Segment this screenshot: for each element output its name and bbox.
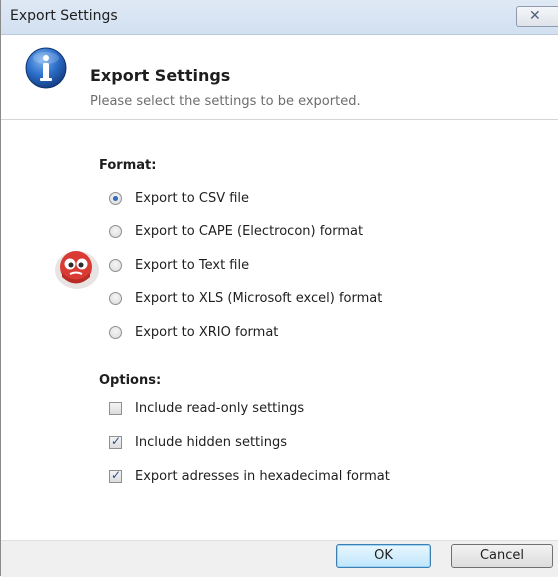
title-bar[interactable]: Export Settings ✕ xyxy=(1,0,558,35)
checkbox-include-readonly[interactable]: Include read-only settings xyxy=(109,398,304,418)
radio-export-xrio[interactable]: Export to XRIO format xyxy=(109,322,278,342)
checkbox-hexadecimal-addresses[interactable]: ✓ Export adresses in hexadecimal format xyxy=(109,466,390,486)
mascot-icon xyxy=(55,251,99,289)
format-section-label: Format: xyxy=(99,158,157,173)
export-settings-dialog: Export Settings ✕ Export Settings Please… xyxy=(0,0,558,577)
radio-button[interactable] xyxy=(109,291,122,305)
radio-label: Export to Text file xyxy=(135,257,250,273)
dialog-header: Export Settings Please select the settin… xyxy=(1,35,558,120)
radio-export-csv[interactable]: Export to CSV file xyxy=(109,188,249,208)
checkbox-label: Include read-only settings xyxy=(135,400,305,416)
checkbox-label: Export adresses in hexadecimal format xyxy=(135,468,390,484)
header-title: Export Settings xyxy=(90,66,231,85)
checkbox-include-hidden[interactable]: ✓ Include hidden settings xyxy=(109,432,287,452)
radio-label: Export to XLS (Microsoft excel) format xyxy=(135,290,383,306)
info-icon xyxy=(25,47,67,89)
radio-label: Export to XRIO format xyxy=(135,324,279,340)
radio-label: Export to CAPE (Electrocon) format xyxy=(135,223,364,239)
check-icon: ✓ xyxy=(111,433,122,448)
radio-button[interactable] xyxy=(109,325,122,339)
checkbox[interactable]: ✓ xyxy=(109,467,122,483)
radio-button[interactable] xyxy=(109,258,122,272)
checkbox[interactable] xyxy=(109,401,122,415)
radio-export-text[interactable]: Export to Text file xyxy=(109,255,249,275)
radio-export-cape[interactable]: Export to CAPE (Electrocon) format xyxy=(109,221,363,241)
window-title: Export Settings xyxy=(10,8,118,24)
close-icon: ✕ xyxy=(529,8,541,24)
radio-export-xls[interactable]: Export to XLS (Microsoft excel) format xyxy=(109,288,382,308)
check-icon: ✓ xyxy=(111,467,122,482)
header-subtitle: Please select the settings to be exporte… xyxy=(90,94,361,109)
dialog-content: Format: Export to CSV file Export to CAP… xyxy=(1,120,558,540)
checkbox-label: Include hidden settings xyxy=(135,434,288,450)
radio-button[interactable] xyxy=(109,191,122,205)
radio-label: Export to CSV file xyxy=(135,190,250,206)
radio-button[interactable] xyxy=(109,224,122,238)
options-section-label: Options: xyxy=(99,373,162,388)
close-button[interactable]: ✕ xyxy=(516,6,558,27)
cancel-button[interactable]: Cancel xyxy=(451,544,553,568)
checkbox[interactable]: ✓ xyxy=(109,433,122,449)
ok-button[interactable]: OK xyxy=(336,544,431,568)
